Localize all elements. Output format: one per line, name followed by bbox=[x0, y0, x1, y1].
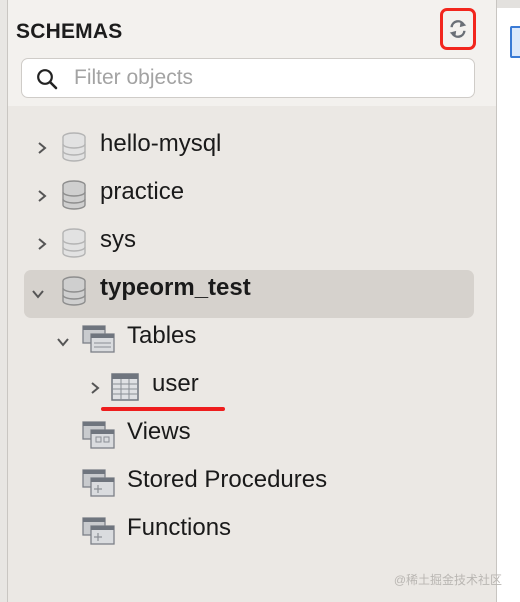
views-label: Views bbox=[127, 418, 191, 445]
functions-folder[interactable]: Functions bbox=[82, 508, 462, 552]
tables-label: Tables bbox=[127, 322, 197, 349]
chevron-down-icon[interactable] bbox=[57, 336, 69, 348]
search-icon bbox=[37, 69, 58, 90]
database-icon bbox=[62, 276, 86, 306]
chevron-right-icon[interactable] bbox=[36, 142, 48, 154]
schema-typeorm-test[interactable]: typeorm_test bbox=[30, 268, 470, 312]
right-editor-edge bbox=[497, 0, 520, 602]
tables-group-icon bbox=[82, 325, 115, 353]
left-window-edge bbox=[0, 0, 8, 602]
chevron-right-icon[interactable] bbox=[36, 238, 48, 250]
chevron-right-icon[interactable] bbox=[89, 382, 101, 394]
schema-name-label: sys bbox=[100, 226, 136, 253]
table-user[interactable]: user bbox=[86, 364, 446, 408]
schema-name-label: practice bbox=[100, 178, 185, 205]
table-name-label: user bbox=[152, 370, 199, 397]
database-icon bbox=[62, 132, 86, 162]
refresh-button[interactable] bbox=[440, 8, 476, 50]
schema-name-label: hello-mysql bbox=[100, 130, 222, 157]
filter-objects-input[interactable] bbox=[74, 63, 454, 93]
schema-name-label: typeorm_test bbox=[100, 274, 251, 301]
schema-hello-mysql[interactable]: hello-mysql bbox=[30, 124, 470, 168]
watermark: @稀土掘金技术社区 bbox=[393, 573, 502, 587]
schema-practice[interactable]: practice bbox=[30, 172, 470, 216]
table-icon bbox=[111, 373, 139, 401]
functions-group-icon bbox=[82, 517, 115, 545]
chevron-right-icon[interactable] bbox=[36, 190, 48, 202]
red-annotation-underline bbox=[101, 407, 225, 411]
chevron-down-icon[interactable] bbox=[32, 288, 44, 300]
tables-folder[interactable]: Tables bbox=[55, 316, 455, 360]
stored-procedures-label: Stored Procedures bbox=[127, 466, 328, 493]
stored-procedures-group-icon bbox=[82, 469, 115, 497]
filter-box bbox=[21, 58, 475, 98]
database-icon bbox=[62, 180, 86, 210]
stored-procedures-folder[interactable]: Stored Procedures bbox=[82, 460, 462, 504]
database-icon bbox=[62, 228, 86, 258]
functions-label: Functions bbox=[127, 514, 232, 541]
document-icon[interactable] bbox=[510, 26, 520, 58]
views-group-icon bbox=[82, 421, 115, 449]
schemas-title: SCHEMAS bbox=[16, 20, 123, 43]
refresh-icon bbox=[449, 20, 467, 38]
schema-sys[interactable]: sys bbox=[30, 220, 470, 264]
views-folder[interactable]: Views bbox=[82, 412, 462, 456]
right-toolbar-edge bbox=[497, 0, 520, 8]
